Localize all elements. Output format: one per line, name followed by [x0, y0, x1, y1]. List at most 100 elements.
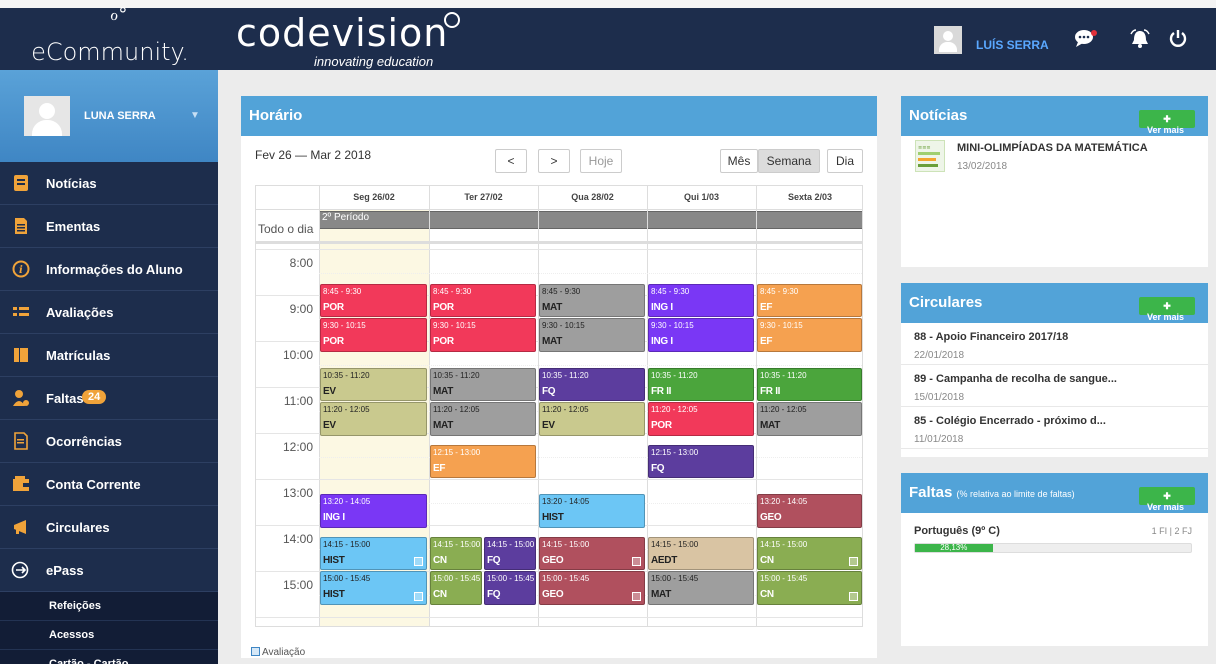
- class-event[interactable]: 12:15 - 13:00 FQ: [648, 444, 754, 478]
- hour-label: 9:00: [289, 302, 313, 316]
- all-day-label: Todo o dia: [258, 222, 314, 236]
- class-event[interactable]: 13:20 - 14:05 HIST: [539, 494, 645, 528]
- sidebar-subitem[interactable]: Refeições: [0, 592, 218, 621]
- sidebar-item-not-cias[interactable]: Notícias: [0, 162, 218, 205]
- event-time: 13:20 - 14:05: [760, 497, 808, 507]
- info-icon: i: [10, 260, 32, 280]
- class-event[interactable]: 10:35 - 11:20 MAT: [430, 367, 536, 402]
- event-subject: ING I: [651, 336, 673, 347]
- circulars-title: Circulares: [909, 294, 983, 311]
- event-time: 14:15 - 15:00: [542, 539, 590, 549]
- sidebar-subitem[interactable]: Acessos: [0, 621, 218, 650]
- class-event[interactable]: 14:15 - 15:00 CN: [430, 536, 482, 570]
- event-subject: FR II: [760, 385, 781, 397]
- codevision-ring-icon: [444, 12, 460, 28]
- news-more-button[interactable]: ✚ Ver mais: [1139, 110, 1195, 135]
- event-time: 15:00 - 15:45: [433, 574, 481, 583]
- class-event[interactable]: 9:30 - 10:15 ING I: [648, 318, 754, 352]
- class-event[interactable]: 9:30 - 10:15 POR: [320, 318, 427, 352]
- class-event[interactable]: 14:15 - 15:00 GEO: [539, 536, 645, 570]
- schedule-header: Horário: [241, 96, 877, 136]
- ecommunity-logo[interactable]: ℴ° eCommunity.: [0, 4, 220, 70]
- class-event[interactable]: 15:00 - 15:45 FQ: [484, 571, 536, 605]
- user-avatar[interactable]: [934, 26, 962, 54]
- circular-item[interactable]: 89 - Campanha de recolha de sangue... 15/…: [901, 365, 1208, 407]
- sidebar-item-faltas[interactable]: Faltas 24: [0, 377, 218, 420]
- class-event[interactable]: 11:20 - 12:05 POR: [648, 402, 754, 436]
- notification-dot: [1091, 30, 1097, 36]
- circulars-more-button[interactable]: ✚ Ver mais: [1139, 297, 1195, 322]
- class-event[interactable]: 14:15 - 15:00 FQ: [484, 536, 536, 570]
- class-event[interactable]: 10:35 - 11:20 EV: [320, 367, 427, 402]
- student-avatar: [24, 96, 70, 136]
- hour-label: 8:00: [289, 256, 313, 270]
- class-event[interactable]: 10:35 - 11:20 FR II: [757, 367, 862, 402]
- view-day-button[interactable]: Dia: [827, 149, 863, 173]
- sidebar-item-epass[interactable]: ePass: [0, 549, 218, 592]
- sidebar-item-ementas[interactable]: Ementas: [0, 205, 218, 248]
- news-thumbnail[interactable]: ≡≡≡: [915, 140, 945, 172]
- news-more-label: Ver mais: [1147, 125, 1185, 135]
- class-event[interactable]: 13:20 - 14:05 ING I: [320, 494, 427, 528]
- list-icon: [10, 303, 32, 323]
- view-week-button[interactable]: Semana: [758, 149, 820, 173]
- class-event[interactable]: 14:15 - 15:00 CN: [757, 536, 862, 570]
- caret-down-icon[interactable]: ▼: [190, 110, 200, 121]
- class-event[interactable]: 8:45 - 9:30 POR: [430, 283, 536, 317]
- class-event[interactable]: 14:15 - 15:00 AEDT: [648, 536, 754, 570]
- class-event[interactable]: 9:30 - 10:15 MAT: [539, 318, 645, 352]
- event-time: 9:30 - 10:15: [433, 321, 476, 330]
- event-time: 14:15 - 15:00: [433, 539, 481, 549]
- class-event[interactable]: 15:00 - 15:45 CN: [430, 571, 482, 605]
- event-time: 15:00 - 15:45: [542, 574, 590, 583]
- class-event[interactable]: 8:45 - 9:30 MAT: [539, 283, 645, 317]
- class-event[interactable]: 8:45 - 9:30 POR: [320, 283, 427, 317]
- sidebar-item-matr-culas[interactable]: Matrículas: [0, 334, 218, 377]
- class-event[interactable]: 9:30 - 10:15 EF: [757, 318, 862, 352]
- sidebar-item-conta-corrente[interactable]: Conta Corrente: [0, 463, 218, 506]
- sidebar-item-avalia-es[interactable]: Avaliações: [0, 291, 218, 334]
- class-event[interactable]: 12:15 - 13:00 EF: [430, 444, 536, 478]
- event-subject: HIST: [542, 512, 564, 524]
- event-subject: CN: [760, 589, 774, 600]
- class-event[interactable]: 10:35 - 11:20 FR II: [648, 367, 754, 402]
- class-event[interactable]: 9:30 - 10:15 POR: [430, 318, 536, 352]
- class-event[interactable]: 10:35 - 11:20 FQ: [539, 367, 645, 402]
- sidebar-item-circulares[interactable]: Circulares: [0, 506, 218, 549]
- sidebar-item-informa-es-do-aluno[interactable]: i Informações do Aluno: [0, 248, 218, 291]
- power-icon[interactable]: [1166, 28, 1190, 52]
- view-month-button[interactable]: Mês: [720, 149, 758, 173]
- hour-label: 16:00: [256, 624, 313, 626]
- circular-item[interactable]: 88 - Apoio Financeiro 2017/18 22/01/2018: [901, 323, 1208, 365]
- sidebar-item-ocorr-ncias[interactable]: Ocorrências: [0, 420, 218, 463]
- day-header: Seg 26/02: [353, 192, 395, 202]
- today-button[interactable]: Hoje: [580, 149, 622, 173]
- absences-more-button[interactable]: ✚ Ver mais: [1139, 487, 1195, 512]
- sidebar-user[interactable]: LUNA SERRA ▼: [0, 70, 218, 162]
- news-item-title[interactable]: MINI-OLIMPÍADAS DA MATEMÁTICA: [957, 142, 1148, 154]
- class-event[interactable]: 15:00 - 15:45 HIST: [320, 571, 427, 605]
- class-event[interactable]: 13:20 - 14:05 GEO: [757, 494, 862, 528]
- class-event[interactable]: 8:45 - 9:30 EF: [757, 283, 862, 317]
- event-subject: POR: [651, 420, 672, 432]
- next-week-button[interactable]: >: [538, 149, 570, 173]
- event-time: 11:20 - 12:05: [542, 405, 589, 415]
- class-event[interactable]: 15:00 - 15:45 CN: [757, 571, 862, 605]
- event-time: 10:35 - 11:20: [651, 370, 698, 380]
- period-event[interactable]: 2º Período: [319, 211, 862, 229]
- circular-item[interactable]: 85 - Colégio Encerrado - próximo d... 11/…: [901, 407, 1208, 449]
- event-time: 13:20 - 14:05: [542, 497, 590, 507]
- class-event[interactable]: 11:20 - 12:05 MAT: [430, 402, 536, 436]
- sidebar-item-label: Ocorrências: [46, 434, 122, 449]
- user-name[interactable]: LUÍS SERRA: [976, 38, 1049, 52]
- sidebar-subitem[interactable]: Cartão - Cartão: [0, 650, 218, 664]
- bell-icon[interactable]: [1128, 28, 1152, 52]
- class-event[interactable]: 11:20 - 12:05 EV: [320, 402, 427, 436]
- class-event[interactable]: 14:15 - 15:00 HIST: [320, 536, 427, 570]
- class-event[interactable]: 11:20 - 12:05 EV: [539, 402, 645, 436]
- class-event[interactable]: 11:20 - 12:05 MAT: [757, 402, 862, 436]
- class-event[interactable]: 15:00 - 15:45 MAT: [648, 571, 754, 605]
- class-event[interactable]: 8:45 - 9:30 ING I: [648, 283, 754, 317]
- class-event[interactable]: 15:00 - 15:45 GEO: [539, 571, 645, 605]
- prev-week-button[interactable]: <: [495, 149, 527, 173]
